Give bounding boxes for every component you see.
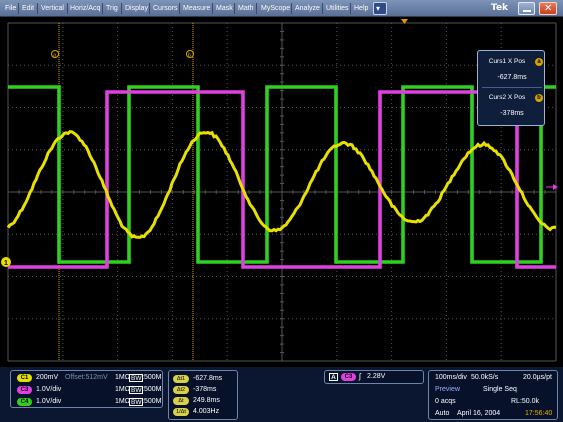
menu-separator bbox=[350, 3, 351, 14]
cursor-measurement-panel[interactable]: Δt1 -627.8ms Δt2 -378ms Δt 249.8ms 1/Δt … bbox=[168, 370, 238, 420]
timebase: 100ms/div bbox=[435, 374, 467, 381]
menu-bar: File Edit Vertical Horiz/Acq Trig Displa… bbox=[0, 0, 563, 17]
menu-display[interactable]: Display bbox=[125, 4, 148, 14]
time: 17:56:40 bbox=[525, 410, 553, 417]
delta-t2-value: -378ms bbox=[193, 386, 217, 393]
menu-measure[interactable]: Measure bbox=[183, 4, 210, 14]
acquisition-mode: Single Seq bbox=[483, 386, 517, 393]
delta-t1-value: -627.8ms bbox=[193, 375, 223, 382]
frequency-badge: 1/Δt bbox=[173, 408, 189, 416]
menu-separator bbox=[256, 3, 257, 14]
curs2-value: -378ms bbox=[500, 110, 524, 117]
ch1-offset: Offset:512mV bbox=[65, 374, 108, 381]
close-icon: ✕ bbox=[544, 3, 553, 14]
menu-analyze[interactable]: Analyze bbox=[295, 4, 320, 14]
record-length: RL:50.0k bbox=[511, 398, 540, 405]
menu-edit[interactable]: Edit bbox=[22, 4, 34, 14]
menu-separator bbox=[234, 3, 235, 14]
ch1-scale: 200mV bbox=[36, 374, 59, 381]
ch1-impedance: 1MΩ bbox=[115, 374, 130, 381]
menu-math[interactable]: Math bbox=[238, 4, 254, 14]
ch3-badge: C3 bbox=[17, 386, 32, 394]
curs1-badge: a bbox=[535, 58, 543, 66]
date: April 16, 2004 bbox=[457, 410, 501, 417]
chevron-down-icon: ▾ bbox=[376, 4, 381, 13]
ch3-scale: 1.0V/div bbox=[36, 386, 62, 393]
menu-separator bbox=[37, 3, 38, 14]
frequency-value: 4.003Hz bbox=[193, 408, 220, 415]
menu-separator bbox=[179, 3, 180, 14]
curs1-value: -627.8ms bbox=[497, 74, 527, 81]
menu-separator bbox=[102, 3, 103, 14]
acquisition-state: Preview bbox=[435, 386, 460, 393]
ch1-badge: C1 bbox=[17, 374, 32, 382]
trigger-mode-badge: A bbox=[329, 373, 338, 381]
ch3-bandwidth: :500M bbox=[142, 386, 162, 393]
status-bar: C1 200mV Offset:512mV 1MΩ BW :500M C3 1.… bbox=[0, 367, 563, 422]
delta-t2-badge: Δt2 bbox=[173, 386, 189, 394]
menu-trig[interactable]: Trig bbox=[106, 4, 118, 14]
resolution: 20.0µs/pt bbox=[523, 374, 552, 381]
menu-separator bbox=[322, 3, 323, 14]
rising-edge-icon: ʃ bbox=[359, 372, 361, 381]
ch1-marker-label: 1 bbox=[4, 260, 8, 267]
sample-rate: 50.0kS/s bbox=[471, 374, 499, 381]
menu-separator bbox=[67, 3, 68, 14]
ch4-scale: 1.0V/div bbox=[36, 398, 62, 405]
ch4-badge: C4 bbox=[17, 398, 32, 406]
curs1-label: Curs1 X Pos bbox=[488, 58, 526, 65]
menu-utilities[interactable]: Utilities bbox=[326, 4, 349, 14]
acquisition-panel[interactable]: 100ms/div 50.0kS/s 20.0µs/pt Preview Sin… bbox=[428, 370, 558, 420]
trigger-level: 2.28V bbox=[367, 373, 386, 380]
menu-file[interactable]: File bbox=[5, 4, 16, 14]
acquisition-count: 0 acqs bbox=[435, 398, 456, 405]
minimize-button[interactable] bbox=[518, 2, 535, 15]
menu-myscope[interactable]: MyScope bbox=[261, 4, 290, 14]
curs2-label: Curs2 X Pos bbox=[488, 94, 526, 101]
menu-help[interactable]: Help bbox=[354, 4, 368, 14]
delta-t-badge: Δt bbox=[173, 397, 189, 405]
menu-separator bbox=[18, 3, 19, 14]
ch3-impedance: 1MΩ bbox=[115, 386, 130, 393]
trigger-source-badge: C3 bbox=[341, 373, 356, 381]
menu-cursors[interactable]: Cursors bbox=[153, 4, 178, 14]
cursor-b-label: b bbox=[188, 53, 191, 59]
cursor-readout-panel[interactable]: Curs1 X Pos a -627.8ms Curs2 X Pos b -37… bbox=[477, 50, 545, 126]
channel-settings-panel[interactable]: C1 200mV Offset:512mV 1MΩ BW :500M C3 1.… bbox=[10, 370, 163, 408]
menu-horiz-acq[interactable]: Horiz/Acq bbox=[70, 4, 100, 14]
menu-mask[interactable]: Mask bbox=[216, 4, 233, 14]
ch4-bandwidth: :500M bbox=[142, 398, 162, 405]
waveform-display[interactable]: a b 1 Curs1 X Pos a -627.8ms Curs2 X Pos… bbox=[0, 17, 563, 367]
brand-logo: Tek bbox=[491, 3, 509, 13]
minimize-icon bbox=[523, 10, 531, 12]
menu-separator bbox=[291, 3, 292, 14]
trigger-panel[interactable]: A C3 ʃ 2.28V bbox=[324, 370, 424, 384]
menu-separator bbox=[149, 3, 150, 14]
menu-separator bbox=[212, 3, 213, 14]
ch1-bandwidth: :500M bbox=[142, 374, 162, 381]
ch4-impedance: 1MΩ bbox=[115, 398, 130, 405]
close-button[interactable]: ✕ bbox=[539, 2, 557, 15]
menu-vertical[interactable]: Vertical bbox=[41, 4, 64, 14]
menu-dropdown-button[interactable]: ▾ bbox=[373, 2, 387, 15]
trigger-mode: Auto bbox=[435, 410, 450, 417]
delta-t1-badge: Δt1 bbox=[173, 375, 189, 383]
divider bbox=[482, 87, 542, 88]
curs2-badge: b bbox=[535, 94, 543, 102]
menu-separator bbox=[121, 3, 122, 14]
delta-t-value: 249.8ms bbox=[193, 397, 220, 404]
